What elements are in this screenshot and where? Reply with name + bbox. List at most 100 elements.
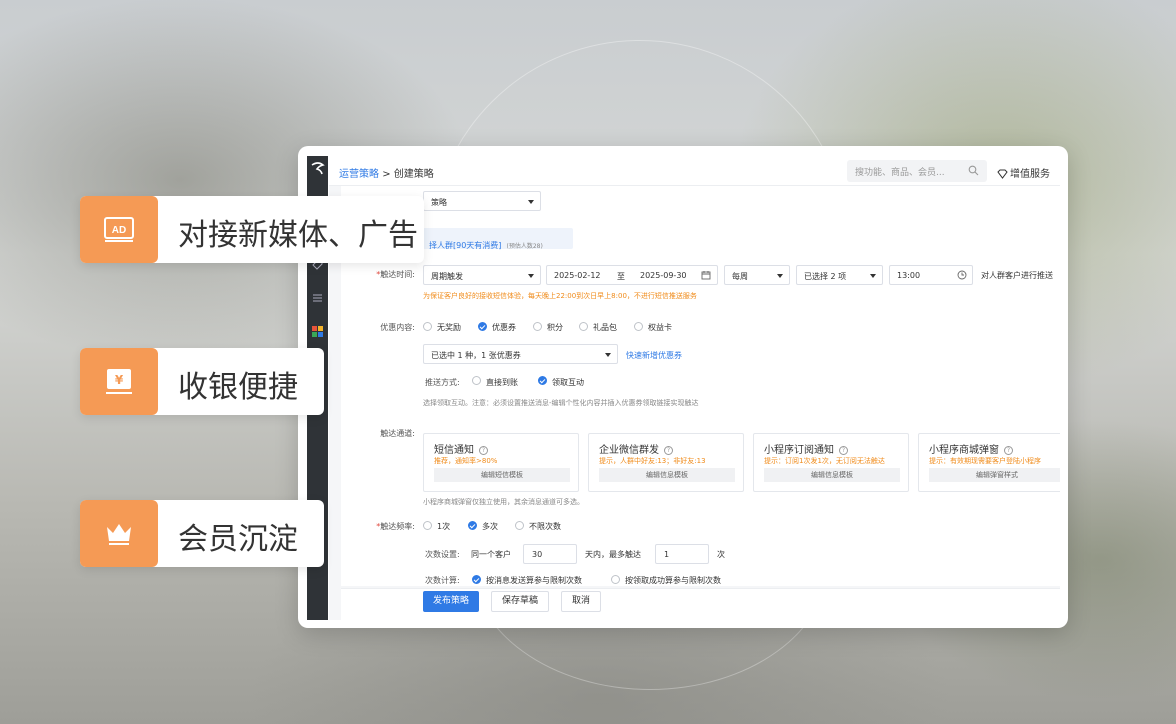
form-footer: 发布策略 保存草稿 取消 — [341, 588, 1060, 620]
save-draft-button[interactable]: 保存草稿 — [491, 591, 549, 612]
channel-card-subscribe[interactable]: 小程序订阅通知? 提示：订阅1次发1次，无订阅无法触达 编辑信息模板 — [753, 433, 909, 492]
freq-option-label: 不限次数 — [529, 522, 561, 531]
date-range-to: 至 — [617, 272, 625, 281]
time-value: 13:00 — [897, 271, 921, 280]
channel-note: 提示：有效期现需要客户登陆小程序 — [929, 457, 1041, 465]
trigger-time-label: *触达时间: — [376, 270, 415, 279]
offer-radio-card[interactable] — [634, 322, 643, 331]
cashier-icon: ¥ — [106, 369, 132, 394]
crowd-tag-label: 择人群[90天有消费] — [429, 241, 502, 250]
start-date: 2025-02-12 — [554, 271, 601, 280]
frequency-label: *触达频率: — [376, 522, 415, 531]
calc-radio-claim[interactable] — [611, 575, 620, 584]
channel-note: 推荐，通知率>80% — [434, 457, 498, 465]
weekday-value: 已选择 2 项 — [804, 272, 847, 281]
times-input[interactable]: 1 — [655, 544, 709, 564]
brand-logo-icon — [311, 162, 325, 175]
freq-radio-once[interactable] — [423, 521, 432, 530]
offer-option-label: 权益卡 — [648, 323, 672, 332]
channel-footnote: 小程序商城弹窗仅独立使用，其余消息通道可多选。 — [423, 498, 584, 506]
same-customer-text: 同一个客户 — [471, 550, 511, 559]
trigger-suffix: 对人群客户进行推送 — [981, 271, 1053, 280]
calc-option-label: 按领取成功算参与限制次数 — [625, 576, 721, 585]
weekday-select[interactable]: 已选择 2 项 — [796, 265, 883, 285]
breadcrumb-separator: > — [382, 169, 391, 180]
breadcrumb-current: 创建策略 — [393, 169, 434, 180]
date-range-picker[interactable]: 2025-02-12 至 2025-09-30 — [546, 265, 718, 285]
offer-radio-none[interactable] — [423, 322, 432, 331]
channel-title: 企业微信群发 — [599, 445, 659, 456]
freq-radio-multiple[interactable] — [468, 521, 477, 530]
offer-radio-gift[interactable] — [579, 322, 588, 331]
channel-label: 触达通道: — [380, 429, 415, 438]
times-unit-text: 次 — [717, 550, 725, 559]
push-method-label: 推送方式: — [425, 378, 460, 387]
value-added-service-button[interactable]: 增值服务 — [997, 165, 1050, 180]
coupon-select-value: 已选中 1 种，1 张优惠券 — [431, 351, 521, 360]
freq-radio-unlimited[interactable] — [515, 521, 524, 530]
clock-icon — [957, 270, 967, 280]
end-date: 2025-09-30 — [640, 271, 687, 280]
feature-icon-box: AD — [80, 196, 158, 263]
help-icon[interactable]: ? — [479, 446, 488, 455]
publish-strategy-button[interactable]: 发布策略 — [423, 591, 479, 612]
push-radio-direct[interactable] — [472, 376, 481, 385]
ad-icon: AD — [104, 217, 134, 242]
calc-radio-send[interactable] — [472, 575, 481, 584]
help-icon[interactable]: ? — [1004, 446, 1013, 455]
channel-note: 提示，人群中好友:13；非好友:13 — [599, 457, 706, 465]
svg-text:AD: AD — [112, 225, 126, 236]
channel-note: 提示：订阅1次发1次，无订阅无法触达 — [764, 457, 885, 465]
help-icon[interactable]: ? — [839, 446, 848, 455]
count-setting-label: 次数设置: — [425, 550, 460, 559]
push-note: 选择领取互动。注意：必须设置推送消息-编辑个性化内容并插入优惠券领取链接实现触达 — [423, 399, 699, 407]
edit-sms-template-button[interactable]: 编辑短信模板 — [434, 468, 570, 482]
frequency-value: 每周 — [732, 272, 748, 281]
strategy-type-select[interactable]: 策略 — [423, 191, 541, 211]
crowd-tag[interactable]: 择人群[90天有消费] (预估人数28) — [423, 228, 573, 250]
trigger-mode-select[interactable]: 周期触发 — [423, 265, 541, 285]
push-option-label: 直接到账 — [486, 378, 518, 387]
quick-add-coupon-link[interactable]: 快速新增优惠券 — [626, 350, 682, 361]
feature-label: 对接新媒体、广告 — [178, 218, 418, 253]
freq-option-label: 1次 — [437, 522, 451, 531]
edit-message-template-button[interactable]: 编辑信息模板 — [599, 468, 735, 482]
frequency-select[interactable]: 每周 — [724, 265, 790, 285]
search-placeholder: 搜功能、商品、会员... — [855, 168, 945, 178]
channel-card-sms[interactable]: 短信通知? 推荐，通知率>80% 编辑短信模板 — [423, 433, 579, 492]
time-picker[interactable]: 13:00 — [889, 265, 973, 285]
strategy-form: 策略 择人群[90天有消费] (预估人数28) *触达时间: 周期触发 2025… — [341, 186, 1060, 586]
cancel-button[interactable]: 取消 — [561, 591, 601, 612]
push-radio-claim[interactable] — [538, 376, 547, 385]
coupon-select[interactable]: 已选中 1 种，1 张优惠券 — [423, 344, 618, 364]
main-area: 运营策略 > 创建策略 搜功能、商品、会员... 增值服务 策略 择人群[90天… — [329, 156, 1060, 620]
channel-title: 小程序商城弹窗 — [929, 445, 999, 456]
edit-message-template-button[interactable]: 编辑信息模板 — [764, 468, 900, 482]
feature-icon-box: ¥ — [80, 348, 158, 415]
freq-option-label: 多次 — [482, 522, 498, 531]
breadcrumb: 运营策略 > 创建策略 — [339, 165, 434, 180]
apps-grid-icon[interactable] — [312, 326, 323, 337]
channel-card-wecom[interactable]: 企业微信群发? 提示，人群中好友:13；非好友:13 编辑信息模板 — [588, 433, 744, 492]
diamond-icon — [997, 169, 1008, 179]
feature-card-ads: AD 对接新媒体、广告 — [80, 196, 424, 263]
search-icon[interactable] — [968, 165, 979, 176]
channel-card-popup[interactable]: 小程序商城弹窗? 提示：有效期现需要客户登陆小程序 编辑弹窗样式 — [918, 433, 1060, 492]
breadcrumb-parent[interactable]: 运营策略 — [339, 169, 379, 180]
trigger-mode-value: 周期触发 — [431, 272, 463, 281]
edit-popup-style-button[interactable]: 编辑弹窗样式 — [929, 468, 1060, 482]
global-search-input[interactable]: 搜功能、商品、会员... — [847, 160, 987, 182]
calc-option-label: 按消息发送算参与限制次数 — [486, 576, 582, 585]
help-icon[interactable]: ? — [664, 446, 673, 455]
offer-radio-coupon[interactable] — [478, 322, 487, 331]
feature-icon-box — [80, 500, 158, 567]
crown-icon — [107, 524, 131, 545]
offer-label: 优惠内容: — [380, 323, 415, 332]
sms-time-notice: 为保证客户良好的接收短信体验，每天晚上22:00到次日早上8:00，不进行短信推… — [423, 292, 697, 300]
sliders-icon[interactable] — [312, 292, 323, 303]
feature-card-cashier: ¥ 收银便捷 — [80, 348, 324, 415]
svg-text:¥: ¥ — [115, 373, 124, 387]
offer-radio-points[interactable] — [533, 322, 542, 331]
push-option-label: 领取互动 — [552, 378, 584, 387]
days-input[interactable]: 30 — [523, 544, 577, 564]
